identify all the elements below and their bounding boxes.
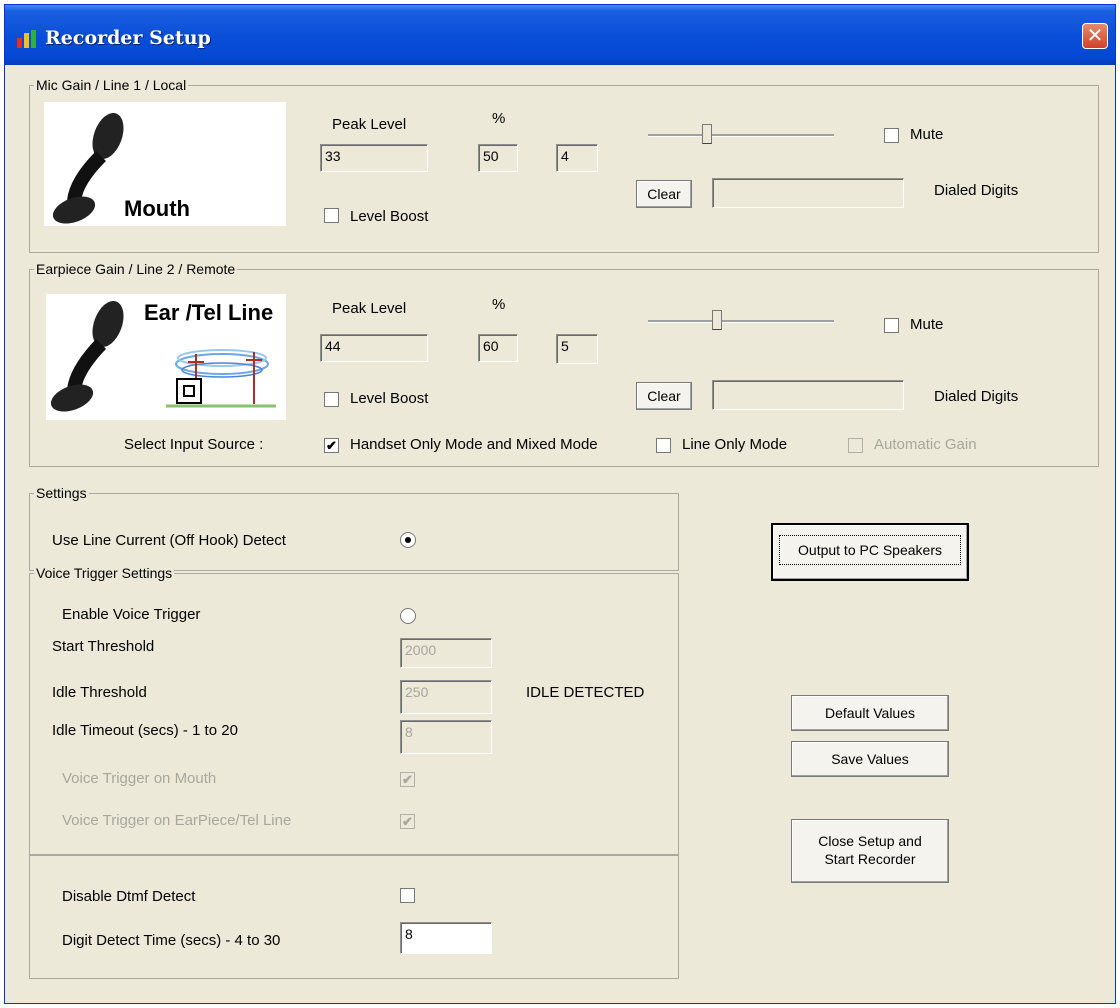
ear-percent-field: 60 (478, 334, 518, 362)
window-title: Recorder Setup (45, 27, 211, 49)
automatic-gain-label: Automatic Gain (874, 436, 977, 453)
mouth-trigger-label: Voice Trigger on Mouth (62, 770, 217, 787)
mic-mute-label: Mute (910, 126, 944, 143)
recorder-setup-window: Recorder Setup ✕ Mic Gain / Line 1 / Loc… (4, 4, 1116, 1004)
mic-gain-group: Mic Gain / Line 1 / Local Mouth Peak Lev… (29, 76, 1099, 253)
focus-rect: Output to PC Speakers (779, 535, 961, 565)
select-input-source-label: Select Input Source : (124, 436, 264, 453)
mic-percent-field: 50 (478, 144, 518, 172)
ear-gain-slider-thumb[interactable] (712, 310, 722, 330)
line-only-mode-checkbox[interactable] (656, 438, 671, 453)
idle-timeout-field[interactable]: 8 (400, 720, 492, 754)
ear-peak-level-field: 44 (320, 334, 428, 362)
disable-dtmf-checkbox[interactable] (400, 888, 415, 903)
voice-trigger-title: Voice Trigger Settings (34, 564, 175, 582)
dtmf-group: Disable Dtmf Detect Digit Detect Time (s… (29, 855, 679, 979)
close-setup-line2: Start Recorder (824, 851, 916, 867)
save-values-button[interactable]: Save Values (791, 741, 949, 777)
voice-trigger-group: Voice Trigger Settings Enable Voice Trig… (29, 564, 679, 855)
close-setup-start-recorder-button[interactable]: Close Setup and Start Recorder (791, 819, 949, 883)
start-threshold-label: Start Threshold (52, 638, 155, 655)
title-bar[interactable]: Recorder Setup ✕ (5, 5, 1115, 65)
enable-voice-trigger-radio[interactable] (400, 608, 416, 624)
mic-gain-slider-thumb[interactable] (702, 124, 712, 144)
mic-dialed-digits-field (712, 178, 904, 208)
mic-mute-checkbox[interactable] (884, 128, 899, 143)
idle-timeout-label: Idle Timeout (secs) - 1 to 20 (52, 722, 238, 739)
mic-level-boost-checkbox[interactable] (324, 208, 339, 223)
mic-group-title: Mic Gain / Line 1 / Local (34, 76, 189, 94)
ear-trigger-checkbox[interactable]: ✔ (400, 814, 415, 829)
ear-clear-button[interactable]: Clear (636, 382, 692, 410)
handset-mode-label: Handset Only Mode and Mixed Mode (350, 436, 598, 453)
ear-mute-checkbox[interactable] (884, 318, 899, 333)
mic-dialed-digits-label: Dialed Digits (934, 182, 1019, 199)
digit-detect-time-input[interactable]: 8 (400, 922, 492, 954)
mic-level-field: 4 (556, 144, 598, 172)
idle-threshold-label: Idle Threshold (52, 684, 147, 701)
earpiece-gain-group: Earpiece Gain / Line 2 / Remote Ear /Tel… (29, 260, 1099, 467)
mic-clear-button[interactable]: Clear (636, 180, 692, 208)
line-current-radio[interactable] (400, 532, 416, 548)
ear-mute-label: Mute (910, 316, 944, 333)
ear-group-title: Earpiece Gain / Line 2 / Remote (34, 260, 238, 278)
mouth-label: Mouth (124, 196, 190, 221)
ear-tel-line-image: Ear /Tel Line (46, 294, 286, 420)
mic-peak-level-field: 33 (320, 144, 428, 172)
settings-title: Settings (34, 484, 89, 502)
mouth-trigger-checkbox[interactable]: ✔ (400, 772, 415, 787)
disable-dtmf-label: Disable Dtmf Detect (62, 888, 196, 905)
digit-detect-time-label: Digit Detect Time (secs) - 4 to 30 (62, 932, 281, 949)
ear-dialed-digits-field (712, 380, 904, 410)
socket-icon (176, 378, 202, 404)
close-button[interactable]: ✕ (1082, 23, 1108, 49)
peak-level-label: Peak Level (332, 300, 407, 317)
enable-voice-trigger-label: Enable Voice Trigger (62, 606, 201, 623)
default-values-button[interactable]: Default Values (791, 695, 949, 731)
line-only-mode-label: Line Only Mode (682, 436, 788, 453)
mic-gain-slider-track[interactable] (648, 134, 834, 137)
percent-label: % (492, 110, 506, 127)
settings-group: Settings Use Line Current (Off Hook) Det… (29, 484, 679, 571)
idle-status-label: IDLE DETECTED (526, 684, 645, 701)
ear-trigger-label: Voice Trigger on EarPiece/Tel Line (62, 812, 292, 829)
line-current-label: Use Line Current (Off Hook) Detect (52, 532, 286, 549)
start-threshold-field[interactable]: 2000 (400, 638, 492, 668)
ear-level-field: 5 (556, 334, 598, 364)
automatic-gain-checkbox[interactable] (848, 438, 863, 453)
handset-mode-checkbox[interactable]: ✔ (324, 438, 339, 453)
mouth-handset-image: Mouth (44, 102, 286, 226)
ear-dialed-digits-label: Dialed Digits (934, 388, 1019, 405)
close-setup-line1: Close Setup and (818, 833, 922, 849)
output-to-pc-speakers-button[interactable]: Output to PC Speakers (771, 523, 969, 581)
ear-gain-slider-track[interactable] (648, 320, 834, 323)
mic-level-boost-label: Level Boost (350, 208, 429, 225)
ear-level-boost-checkbox[interactable] (324, 392, 339, 407)
peak-level-label: Peak Level (332, 116, 407, 133)
ear-level-boost-label: Level Boost (350, 390, 429, 407)
percent-label: % (492, 296, 506, 313)
app-chart-icon (17, 30, 36, 48)
ear-tel-line-label: Ear /Tel Line (144, 300, 274, 325)
handset-icon (50, 300, 124, 412)
idle-threshold-field[interactable]: 250 (400, 680, 492, 714)
